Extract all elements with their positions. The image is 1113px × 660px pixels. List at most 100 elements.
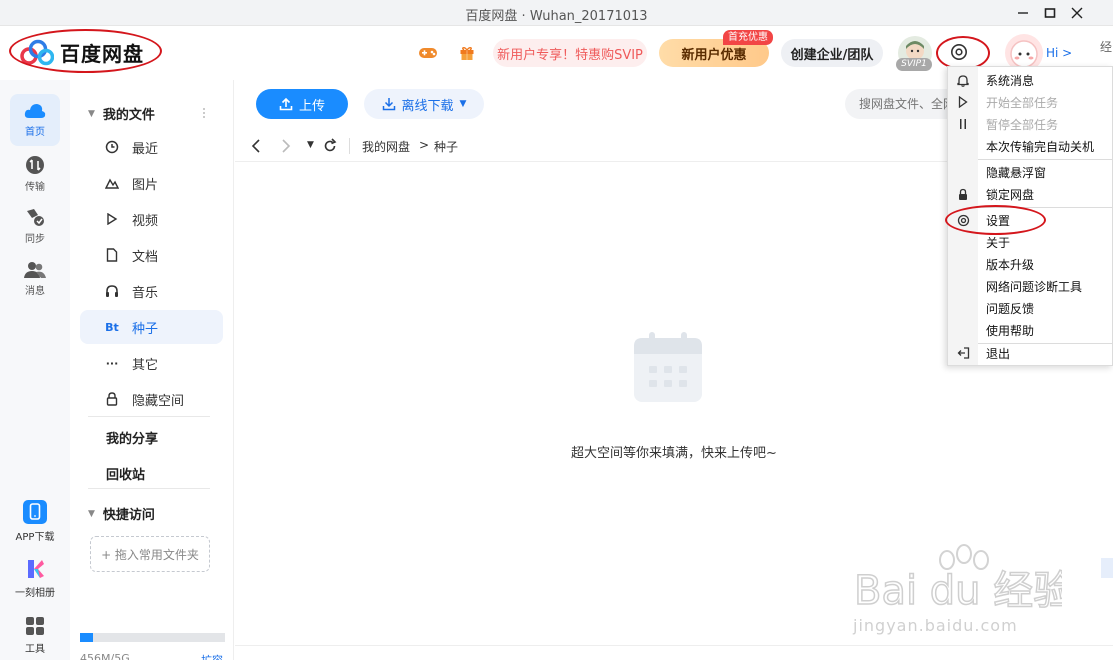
upload-button[interactable]: 上传 [256, 89, 348, 119]
divider [349, 138, 350, 154]
svip-promo-button[interactable]: 新用户专享！特惠购SVIP [493, 39, 647, 67]
divider [88, 416, 210, 417]
menu-item-network-diagnosis[interactable]: 网络问题诊断工具 [948, 275, 1112, 297]
menu-item-label: 使用帮助 [986, 323, 1035, 338]
header-cut-text: 经 [1100, 40, 1113, 54]
menu-item-hide-float-window[interactable]: 隐藏悬浮窗 [948, 161, 1112, 183]
drop-folder-zone[interactable]: + 拖入常用文件夹 [90, 536, 210, 572]
sidebar-item-recent[interactable]: 最近 [80, 130, 223, 164]
menu-item-about[interactable]: 关于 [948, 231, 1112, 253]
sidebar-item-label: 其它 [132, 357, 159, 373]
minimize-button[interactable] [1010, 3, 1036, 23]
menu-item-settings[interactable]: 设置 [948, 209, 1112, 231]
lock-icon [948, 188, 978, 201]
menu-item-label: 网络问题诊断工具 [986, 279, 1083, 294]
more-vertical-icon[interactable] [202, 107, 206, 119]
sidebar-item-music[interactable]: 音乐 [80, 274, 223, 308]
rail-item-app-download[interactable]: APP下载 [0, 500, 70, 543]
sync-icon [27, 209, 44, 226]
minimize-icon [1018, 12, 1028, 14]
rail-label: 同步 [25, 234, 45, 245]
menu-item-label: 问题反馈 [986, 301, 1035, 316]
menu-item-lock-drive[interactable]: 锁定网盘 [948, 183, 1112, 205]
menu-item-feedback[interactable]: 问题反馈 [948, 297, 1112, 319]
upload-icon [279, 97, 293, 111]
menu-item-system-messages[interactable]: 系统消息 [948, 69, 1112, 91]
quick-access-section[interactable]: ▼ 快捷访问 [88, 504, 155, 523]
rail-item-sync[interactable]: 同步 [10, 200, 60, 252]
empty-calendar-icon [634, 332, 702, 402]
maximize-icon [1044, 8, 1056, 18]
rail-item-messages[interactable]: 消息 [10, 253, 60, 305]
sidebar-item-videos[interactable]: 视频 [80, 202, 223, 236]
storage-usage-fill [80, 633, 94, 642]
app-logo[interactable]: 百度网盘 [20, 38, 144, 67]
menu-item-label: 版本升级 [986, 257, 1035, 272]
menu-item-pause-all[interactable]: 暂停全部任务 [948, 113, 1112, 135]
sidebar-item-hidden-space[interactable]: 隐藏空间 [80, 382, 223, 416]
rail-item-tools[interactable]: 工具 [0, 616, 70, 655]
gift-icon[interactable] [456, 42, 478, 64]
menu-item-label: 锁定网盘 [986, 187, 1035, 202]
headphones-icon [104, 283, 120, 299]
rail-item-transfer[interactable]: 传输 [10, 148, 60, 200]
rail-item-home[interactable]: 首页 [10, 94, 60, 146]
menu-item-auto-shutdown[interactable]: 本次传输完自动关机 [948, 135, 1112, 157]
recycle-bin-link[interactable]: 回收站 [106, 464, 145, 483]
close-button[interactable] [1064, 3, 1090, 23]
breadcrumb-root[interactable]: 我的网盘 [362, 138, 410, 155]
history-dropdown-icon[interactable]: ▼ [307, 140, 314, 150]
pause-icon [948, 118, 978, 130]
menu-item-label: 退出 [986, 346, 1011, 361]
settings-button[interactable] [948, 41, 970, 63]
refresh-icon[interactable] [323, 138, 337, 154]
maximize-button[interactable] [1037, 3, 1063, 23]
play-icon [948, 96, 978, 108]
forward-arrow-icon[interactable] [280, 138, 292, 154]
menu-separator [978, 207, 1112, 208]
my-files-section[interactable]: ▼ 我的文件 [88, 104, 155, 123]
divider [88, 488, 210, 489]
sidebar-item-label: 音乐 [132, 285, 159, 301]
menu-item-exit[interactable]: 退出 [948, 342, 1112, 364]
gear-icon [948, 214, 978, 227]
upload-label: 上传 [298, 98, 325, 114]
sidebar-item-torrents[interactable]: Bt 种子 [80, 310, 223, 344]
watermark-url: jingyan.baidu.com [853, 616, 1018, 635]
my-share-link[interactable]: 我的分享 [106, 428, 158, 447]
menu-item-upgrade[interactable]: 版本升级 [948, 253, 1112, 275]
create-team-button[interactable]: 创建企业/团队 [781, 39, 883, 67]
title-bar: 百度网盘 · Wuhan_20171013 [0, 0, 1113, 26]
sidebar-item-label: 视频 [132, 213, 159, 229]
gear-icon [951, 44, 967, 60]
sidebar-item-images[interactable]: 图片 [80, 166, 223, 200]
rail-label: 一刻相册 [15, 588, 55, 599]
game-icon[interactable] [417, 42, 439, 64]
menu-item-help[interactable]: 使用帮助 [948, 319, 1112, 341]
brand-name: 百度网盘 [60, 42, 144, 66]
storage-usage-bar [80, 633, 225, 642]
collapse-triangle-icon: ▼ [88, 108, 95, 119]
expand-storage-link[interactable]: 扩容 [201, 652, 223, 660]
phone-app-icon [23, 500, 47, 524]
people-icon [24, 262, 46, 278]
menu-item-label: 本次传输完自动关机 [986, 139, 1095, 154]
mountain-icon [104, 175, 120, 191]
sidebar-item-documents[interactable]: 文档 [80, 238, 223, 272]
back-arrow-icon[interactable] [250, 138, 262, 154]
bell-icon [948, 74, 978, 87]
menu-separator [978, 159, 1112, 160]
menu-item-start-all[interactable]: 开始全部任务 [948, 91, 1112, 113]
scrollbar-hint[interactable] [1101, 558, 1113, 578]
sidebar-item-other[interactable]: ··· 其它 [80, 346, 223, 380]
first-charge-badge: 首充优惠 [723, 30, 773, 45]
transfer-icon [26, 156, 44, 174]
rail-item-album[interactable]: 一刻相册 [0, 558, 70, 599]
hi-greeting-link[interactable]: Hi > [1046, 46, 1072, 60]
offline-download-button[interactable]: 离线下载 ▼ [364, 89, 484, 119]
baidu-cloud-logo-icon [20, 39, 54, 65]
section-title: 快捷访问 [102, 508, 155, 523]
menu-item-label: 关于 [986, 235, 1011, 250]
sidebar-item-label: 文档 [132, 249, 159, 265]
sidebar-item-label: 隐藏空间 [132, 393, 185, 409]
